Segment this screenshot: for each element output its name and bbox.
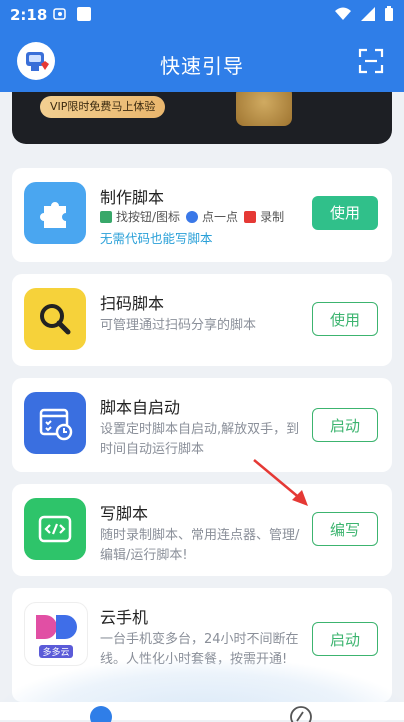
use-button[interactable]: 使用 — [312, 302, 378, 336]
duoduoyun-logo: 多多云 — [24, 602, 88, 666]
vip-promo-label: VIP限时免费马上体验 — [40, 96, 166, 118]
signal-icon — [361, 7, 375, 21]
record-icon — [244, 210, 257, 223]
start-button[interactable]: 启动 — [312, 408, 378, 442]
wifi-icon — [335, 7, 351, 20]
card-write-script: 写脚本 随时录制脚本、常用连点器、管理/编辑/运行脚本! 编写 — [12, 484, 392, 576]
card-subtitle: 无需代码也能写脚本 — [100, 231, 213, 246]
card-title: 扫码脚本 — [100, 294, 165, 313]
tap-icon — [186, 210, 199, 223]
status-time: 2:18 — [10, 6, 48, 24]
guide-arrow — [253, 459, 308, 506]
status-bar: 2:18 — [0, 0, 404, 32]
magnifier-icon — [24, 288, 86, 350]
vip-banner[interactable]: VIP限时免费马上体验 — [12, 92, 392, 144]
card-scan-script: 扫码脚本 可管理通过扫码分享的脚本 使用 — [12, 274, 392, 366]
battery-icon — [385, 6, 393, 21]
logo-text: 多多云 — [39, 644, 73, 658]
card-description: 可管理通过扫码分享的脚本 — [100, 318, 257, 333]
card-title: 云手机 — [100, 608, 149, 627]
use-button[interactable]: 使用 — [312, 196, 378, 230]
card-description: 设置定时脚本自启动,解放双手，到时间自动运行脚本 — [100, 422, 300, 457]
card-auto-start: 脚本自启动 设置定时脚本自启动,解放双手，到时间自动运行脚本 启动 — [12, 378, 392, 472]
app-header: 快速引导 — [0, 32, 404, 92]
card-title: 写脚本 — [100, 504, 149, 523]
home-tab-icon[interactable] — [88, 704, 114, 722]
card-title: 制作脚本 — [100, 188, 165, 207]
scan-icon[interactable] — [358, 48, 384, 74]
code-icon — [24, 498, 86, 560]
card-title: 脚本自启动 — [100, 398, 181, 417]
page-title: 快速引导 — [160, 54, 244, 78]
square-icon — [77, 7, 91, 21]
image-icon — [100, 210, 112, 223]
bottom-nav — [0, 702, 404, 722]
compass-tab-icon[interactable] — [288, 704, 314, 722]
start-button[interactable]: 启动 — [312, 622, 378, 656]
tool-tap: 点一点 — [202, 210, 239, 224]
write-button[interactable]: 编写 — [312, 512, 378, 546]
card-description: 随时录制脚本、常用连点器、管理/编辑/运行脚本! — [100, 528, 300, 563]
tool-hints: 找按钮/图标 点一点 录制 — [100, 208, 284, 225]
tool-find-button: 找按钮/图标 — [116, 210, 181, 224]
calendar-clock-icon — [24, 392, 86, 454]
card-make-script: 制作脚本 找按钮/图标 点一点 录制 无需代码也能写脚本 使用 — [12, 168, 392, 262]
sync-icon — [53, 8, 66, 20]
vip-coin-graphic — [236, 92, 292, 126]
tool-record: 录制 — [260, 210, 285, 224]
puzzle-icon — [24, 182, 86, 244]
